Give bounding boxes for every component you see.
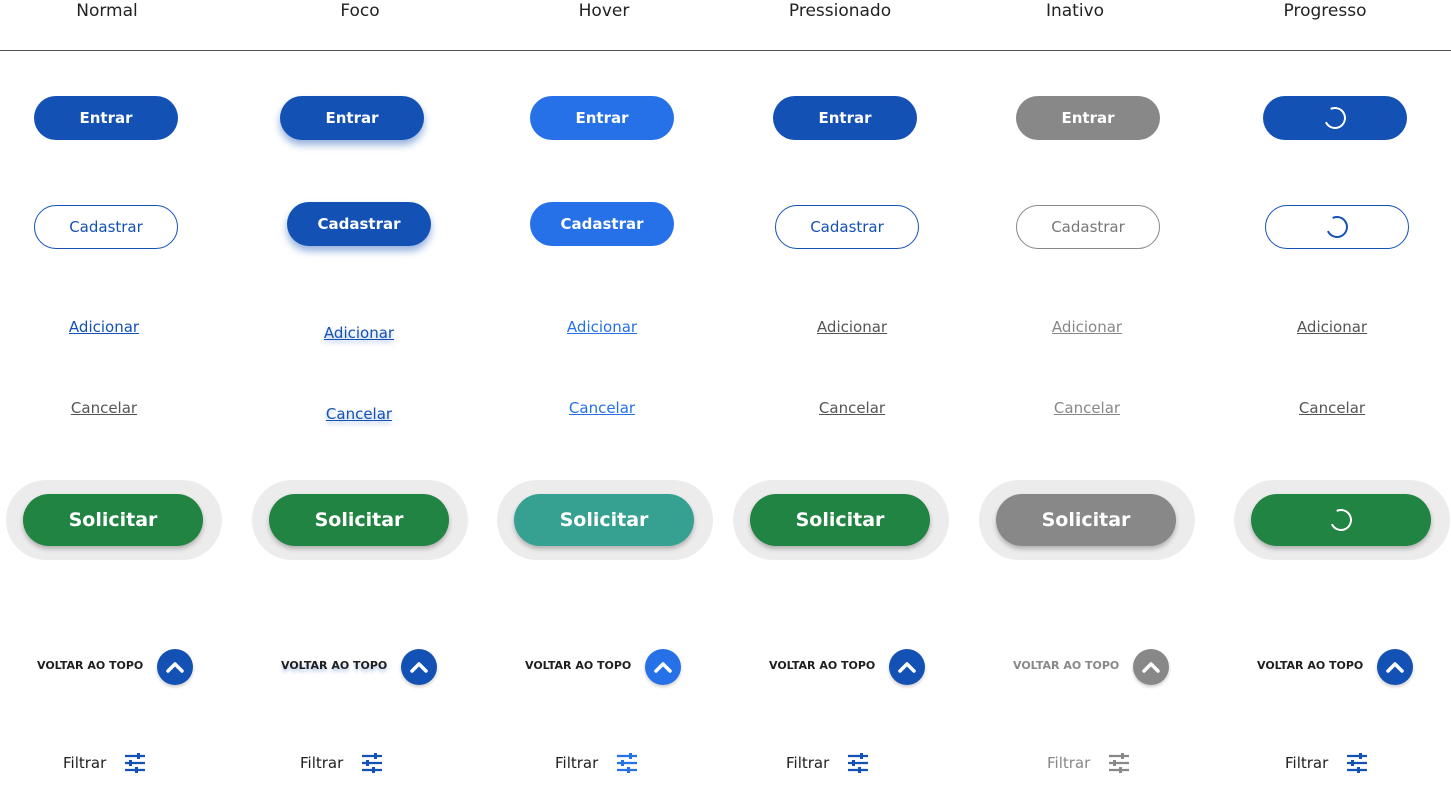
- sliders-icon[interactable]: [847, 753, 869, 773]
- entrar-button-disabled: Entrar: [1016, 96, 1160, 140]
- chevron-up-icon: [166, 662, 184, 673]
- spinner-icon: [1320, 103, 1350, 133]
- chevron-up-icon: [898, 662, 916, 673]
- back-to-top-label-hover[interactable]: VOLTAR AO TOPO: [525, 659, 631, 672]
- sliders-icon[interactable]: [1346, 753, 1368, 773]
- adicionar-link-normal[interactable]: Adicionar: [69, 318, 139, 336]
- spinner-icon: [1322, 212, 1352, 242]
- entrar-button-pressed[interactable]: Entrar: [773, 96, 917, 140]
- header-pressionado: Pressionado: [788, 1, 892, 21]
- filter-label-progress[interactable]: Filtrar: [1285, 754, 1328, 772]
- back-to-top-label-progress[interactable]: VOLTAR AO TOPO: [1257, 659, 1363, 672]
- sliders-icon[interactable]: [616, 753, 638, 773]
- solicitar-button-progress[interactable]: [1251, 494, 1431, 546]
- solicitar-container-hover: Solicitar: [497, 480, 713, 560]
- cancelar-link-progress[interactable]: Cancelar: [1299, 399, 1365, 417]
- solicitar-button-normal[interactable]: Solicitar: [23, 494, 203, 546]
- adicionar-link-progress[interactable]: Adicionar: [1297, 318, 1367, 336]
- sliders-icon[interactable]: [124, 753, 146, 773]
- adicionar-link-disabled: Adicionar: [1051, 318, 1123, 336]
- back-to-top-label-normal[interactable]: VOLTAR AO TOPO: [37, 659, 143, 672]
- solicitar-button-disabled: Solicitar: [996, 494, 1176, 546]
- entrar-button-progress[interactable]: [1263, 96, 1407, 140]
- cancelar-link-focus[interactable]: Cancelar: [326, 405, 392, 423]
- cadastrar-button-progress[interactable]: [1265, 205, 1409, 249]
- header-hover: Hover: [578, 1, 630, 21]
- back-to-top-button-focus[interactable]: [401, 649, 437, 685]
- filter-label-disabled: Filtrar: [1047, 754, 1091, 772]
- entrar-button-hover[interactable]: Entrar: [530, 96, 674, 140]
- adicionar-link-hover[interactable]: Adicionar: [567, 318, 637, 336]
- back-to-top-label-focus[interactable]: VOLTAR AO TOPO: [281, 659, 387, 672]
- cadastrar-button-focus[interactable]: Cadastrar: [287, 202, 431, 246]
- header-divider: [0, 50, 1451, 51]
- back-to-top-button-pressed[interactable]: [889, 649, 925, 685]
- entrar-button-normal[interactable]: Entrar: [34, 96, 178, 140]
- entrar-button-focus[interactable]: Entrar: [280, 96, 424, 140]
- back-to-top-label-pressed[interactable]: VOLTAR AO TOPO: [769, 659, 875, 672]
- header-normal: Normal: [76, 1, 138, 21]
- back-to-top-button-progress[interactable]: [1377, 649, 1413, 685]
- header-foco: Foco: [340, 1, 380, 21]
- cancelar-link-normal[interactable]: Cancelar: [71, 399, 137, 417]
- cancelar-link-hover[interactable]: Cancelar: [569, 399, 635, 417]
- solicitar-container-normal: Solicitar: [6, 480, 222, 560]
- spinner-icon: [1326, 505, 1356, 535]
- solicitar-container-pressed: Solicitar: [733, 480, 949, 560]
- sliders-icon: [1109, 753, 1129, 773]
- solicitar-button-hover[interactable]: Solicitar: [514, 494, 694, 546]
- adicionar-link-pressed[interactable]: Adicionar: [817, 318, 887, 336]
- cancelar-link-disabled: Cancelar: [1053, 399, 1121, 417]
- solicitar-container-focus: Solicitar: [252, 480, 468, 560]
- filter-label-hover[interactable]: Filtrar: [555, 754, 598, 772]
- back-to-top-button-disabled: [1133, 649, 1169, 685]
- back-to-top-button-hover[interactable]: [645, 649, 681, 685]
- filter-label-pressed[interactable]: Filtrar: [786, 754, 829, 772]
- chevron-up-icon: [410, 662, 428, 673]
- solicitar-container-disabled: Solicitar: [979, 480, 1195, 560]
- header-progresso: Progresso: [1283, 1, 1367, 21]
- filter-label-normal[interactable]: Filtrar: [63, 754, 106, 772]
- cadastrar-button-hover[interactable]: Cadastrar: [530, 202, 674, 246]
- back-to-top-label-disabled: VOLTAR AO TOPO: [1013, 659, 1120, 672]
- header-inativo: Inativo: [1045, 1, 1105, 21]
- chevron-up-icon: [1142, 662, 1160, 673]
- sliders-icon[interactable]: [361, 753, 383, 773]
- cancelar-link-pressed[interactable]: Cancelar: [819, 399, 885, 417]
- cadastrar-button-pressed[interactable]: Cadastrar: [775, 205, 919, 249]
- solicitar-container-progress: [1234, 480, 1450, 560]
- back-to-top-button-normal[interactable]: [157, 649, 193, 685]
- chevron-up-icon: [1386, 662, 1404, 673]
- filter-label-focus[interactable]: Filtrar: [300, 754, 343, 772]
- solicitar-button-focus[interactable]: Solicitar: [269, 494, 449, 546]
- cadastrar-button-disabled: Cadastrar: [1016, 205, 1160, 249]
- cadastrar-button-normal[interactable]: Cadastrar: [34, 205, 178, 249]
- adicionar-link-focus[interactable]: Adicionar: [324, 324, 394, 342]
- chevron-up-icon: [654, 662, 672, 673]
- solicitar-button-pressed[interactable]: Solicitar: [750, 494, 930, 546]
